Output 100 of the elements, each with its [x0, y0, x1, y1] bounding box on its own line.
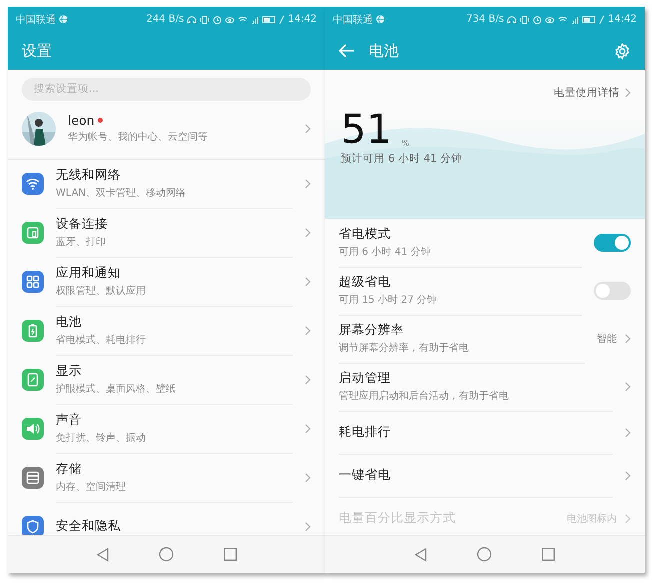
usage-details-link[interactable]: 电量使用详情: [554, 86, 631, 100]
carrier-name: 中国联通: [333, 14, 373, 26]
toggle-switch[interactable]: [594, 282, 631, 300]
recents-icon[interactable]: [224, 548, 236, 561]
signal-icon: [571, 14, 580, 24]
chevron-icon: [305, 424, 311, 434]
time-estimate: 预计可用 6 小时 41 分钟: [341, 152, 464, 166]
chevron-icon: [305, 473, 311, 483]
headset-icon: [507, 14, 518, 24]
network-speed: 244 B/s: [146, 14, 184, 25]
clock-time: 14:42: [608, 14, 637, 25]
item-title: 无线和网络: [56, 167, 122, 184]
chevron-icon: [305, 277, 311, 287]
chevron-icon: [625, 428, 631, 438]
back-arrow-icon[interactable]: [339, 44, 355, 58]
network-speed: 734 B/s: [466, 14, 504, 25]
globe-icon: [376, 15, 385, 24]
battery-option[interactable]: 一键省电: [325, 454, 645, 497]
account-subtitle: 华为帐号、我的中心、云空间等: [68, 130, 209, 144]
apps-icon: [26, 275, 40, 289]
item-title: 显示: [56, 363, 83, 380]
battery-option[interactable]: 省电模式 可用 6 小时 41 分钟: [325, 219, 645, 267]
item-title: 应用和通知: [56, 265, 122, 282]
chevron-icon: [305, 522, 311, 532]
signal-icon: [251, 14, 260, 24]
home-icon[interactable]: [477, 547, 492, 562]
item-subtitle: 省电模式、耗电排行: [56, 334, 147, 347]
clock-time: 14:42: [288, 14, 317, 25]
screen-title: 电池: [369, 42, 399, 60]
item-title: 设备连接: [56, 216, 109, 233]
account-name: leon: [68, 113, 95, 128]
battery-option[interactable]: 耗电排行: [325, 411, 645, 454]
item-subtitle: WLAN、双卡管理、移动网络: [56, 186, 188, 200]
battery-icon: [262, 14, 276, 24]
battery-icon: [582, 14, 596, 24]
option-subtitle: 可用 6 小时 41 分钟: [339, 246, 432, 259]
item-title: 存储: [56, 461, 83, 478]
settings-icon[interactable]: [614, 42, 631, 60]
back-icon[interactable]: [415, 548, 427, 562]
globe-icon: [59, 15, 68, 24]
option-title: 启动管理: [339, 370, 392, 387]
settings-item[interactable]: 应用和通知 权限管理、默认应用: [8, 258, 325, 306]
display-icon: [27, 373, 39, 387]
chevron-icon: [305, 375, 311, 385]
option-title: 耗电排行: [339, 424, 392, 440]
battery-option[interactable]: 超级省电 可用 15 小时 27 分钟: [325, 267, 645, 315]
settings-item[interactable]: 无线和网络 WLAN、双卡管理、移动网络: [8, 160, 325, 208]
percent-unit: %: [402, 139, 410, 148]
account-row[interactable]: leon 华为帐号、我的中心、云空间等: [8, 104, 325, 152]
recents-icon[interactable]: [542, 548, 555, 561]
battery-option[interactable]: 屏幕分辨率 调节屏幕分辨率，有助于省电 智能: [325, 315, 645, 363]
chevron-icon: [305, 179, 311, 189]
item-title: 电池: [56, 314, 83, 331]
item-title: 安全和隐私: [56, 518, 122, 535]
option-subtitle: 管理应用启动和后台活动，有助于省电: [339, 390, 510, 403]
screen-title: 设置: [22, 42, 52, 60]
chevron-icon: [305, 326, 311, 336]
eye-icon: [225, 14, 236, 24]
chevron-icon: [305, 124, 311, 134]
headset-icon: [187, 14, 198, 24]
chevron-icon: [625, 88, 631, 98]
option-title: 超级省电: [339, 274, 392, 291]
item-subtitle: 权限管理、默认应用: [56, 284, 147, 298]
battery-option[interactable]: 启动管理 管理应用启动和后台活动，有助于省电: [325, 363, 645, 411]
option-subtitle: 调节屏幕分辨率，有助于省电: [339, 342, 470, 355]
vibrate-icon: [200, 14, 210, 24]
back-icon[interactable]: [96, 548, 108, 562]
settings-item[interactable]: 存储 内存、空间清理: [8, 454, 325, 502]
toggle-switch[interactable]: [594, 234, 631, 252]
speaker-icon: [26, 423, 40, 435]
battery-percentage: 51: [341, 112, 392, 148]
item-subtitle: 蓝牙、打印: [56, 236, 107, 249]
chevron-icon: [625, 382, 631, 392]
alarm-icon: [213, 14, 222, 24]
option-title: 省电模式: [339, 226, 392, 243]
carrier-name: 中国联通: [16, 14, 56, 26]
item-subtitle: 免打扰、铃声、振动: [56, 432, 147, 445]
chevron-icon: [625, 514, 631, 524]
settings-item[interactable]: 电池 省电模式、耗电排行: [8, 306, 325, 356]
home-icon[interactable]: [158, 547, 174, 562]
option-title: 屏幕分辨率: [339, 322, 405, 339]
option-title: 一键省电: [339, 466, 392, 484]
settings-item[interactable]: 设备连接 蓝牙、打印: [8, 208, 325, 258]
chevron-icon: [625, 470, 631, 480]
battery-icon: [28, 324, 38, 338]
option-subtitle: 可用 15 小时 27 分钟: [339, 294, 438, 307]
item-title: 声音: [56, 412, 83, 429]
alarm-icon: [533, 14, 542, 24]
vibrate-icon: [520, 14, 530, 24]
item-subtitle: 护眼模式、桌面风格、壁纸: [56, 382, 177, 396]
chevron-icon: [305, 228, 311, 238]
settings-item[interactable]: 声音 免打扰、铃声、振动: [8, 404, 325, 454]
settings-item[interactable]: 显示 护眼模式、桌面风格、壁纸: [8, 356, 325, 404]
devices-icon: [26, 226, 40, 240]
wifi-icon: [26, 178, 40, 190]
option-value: 智能: [597, 332, 617, 346]
chevron-icon: [625, 334, 631, 344]
item-subtitle: 内存、空间清理: [56, 480, 127, 494]
eye-icon: [545, 14, 556, 24]
storage-icon: [26, 471, 40, 485]
